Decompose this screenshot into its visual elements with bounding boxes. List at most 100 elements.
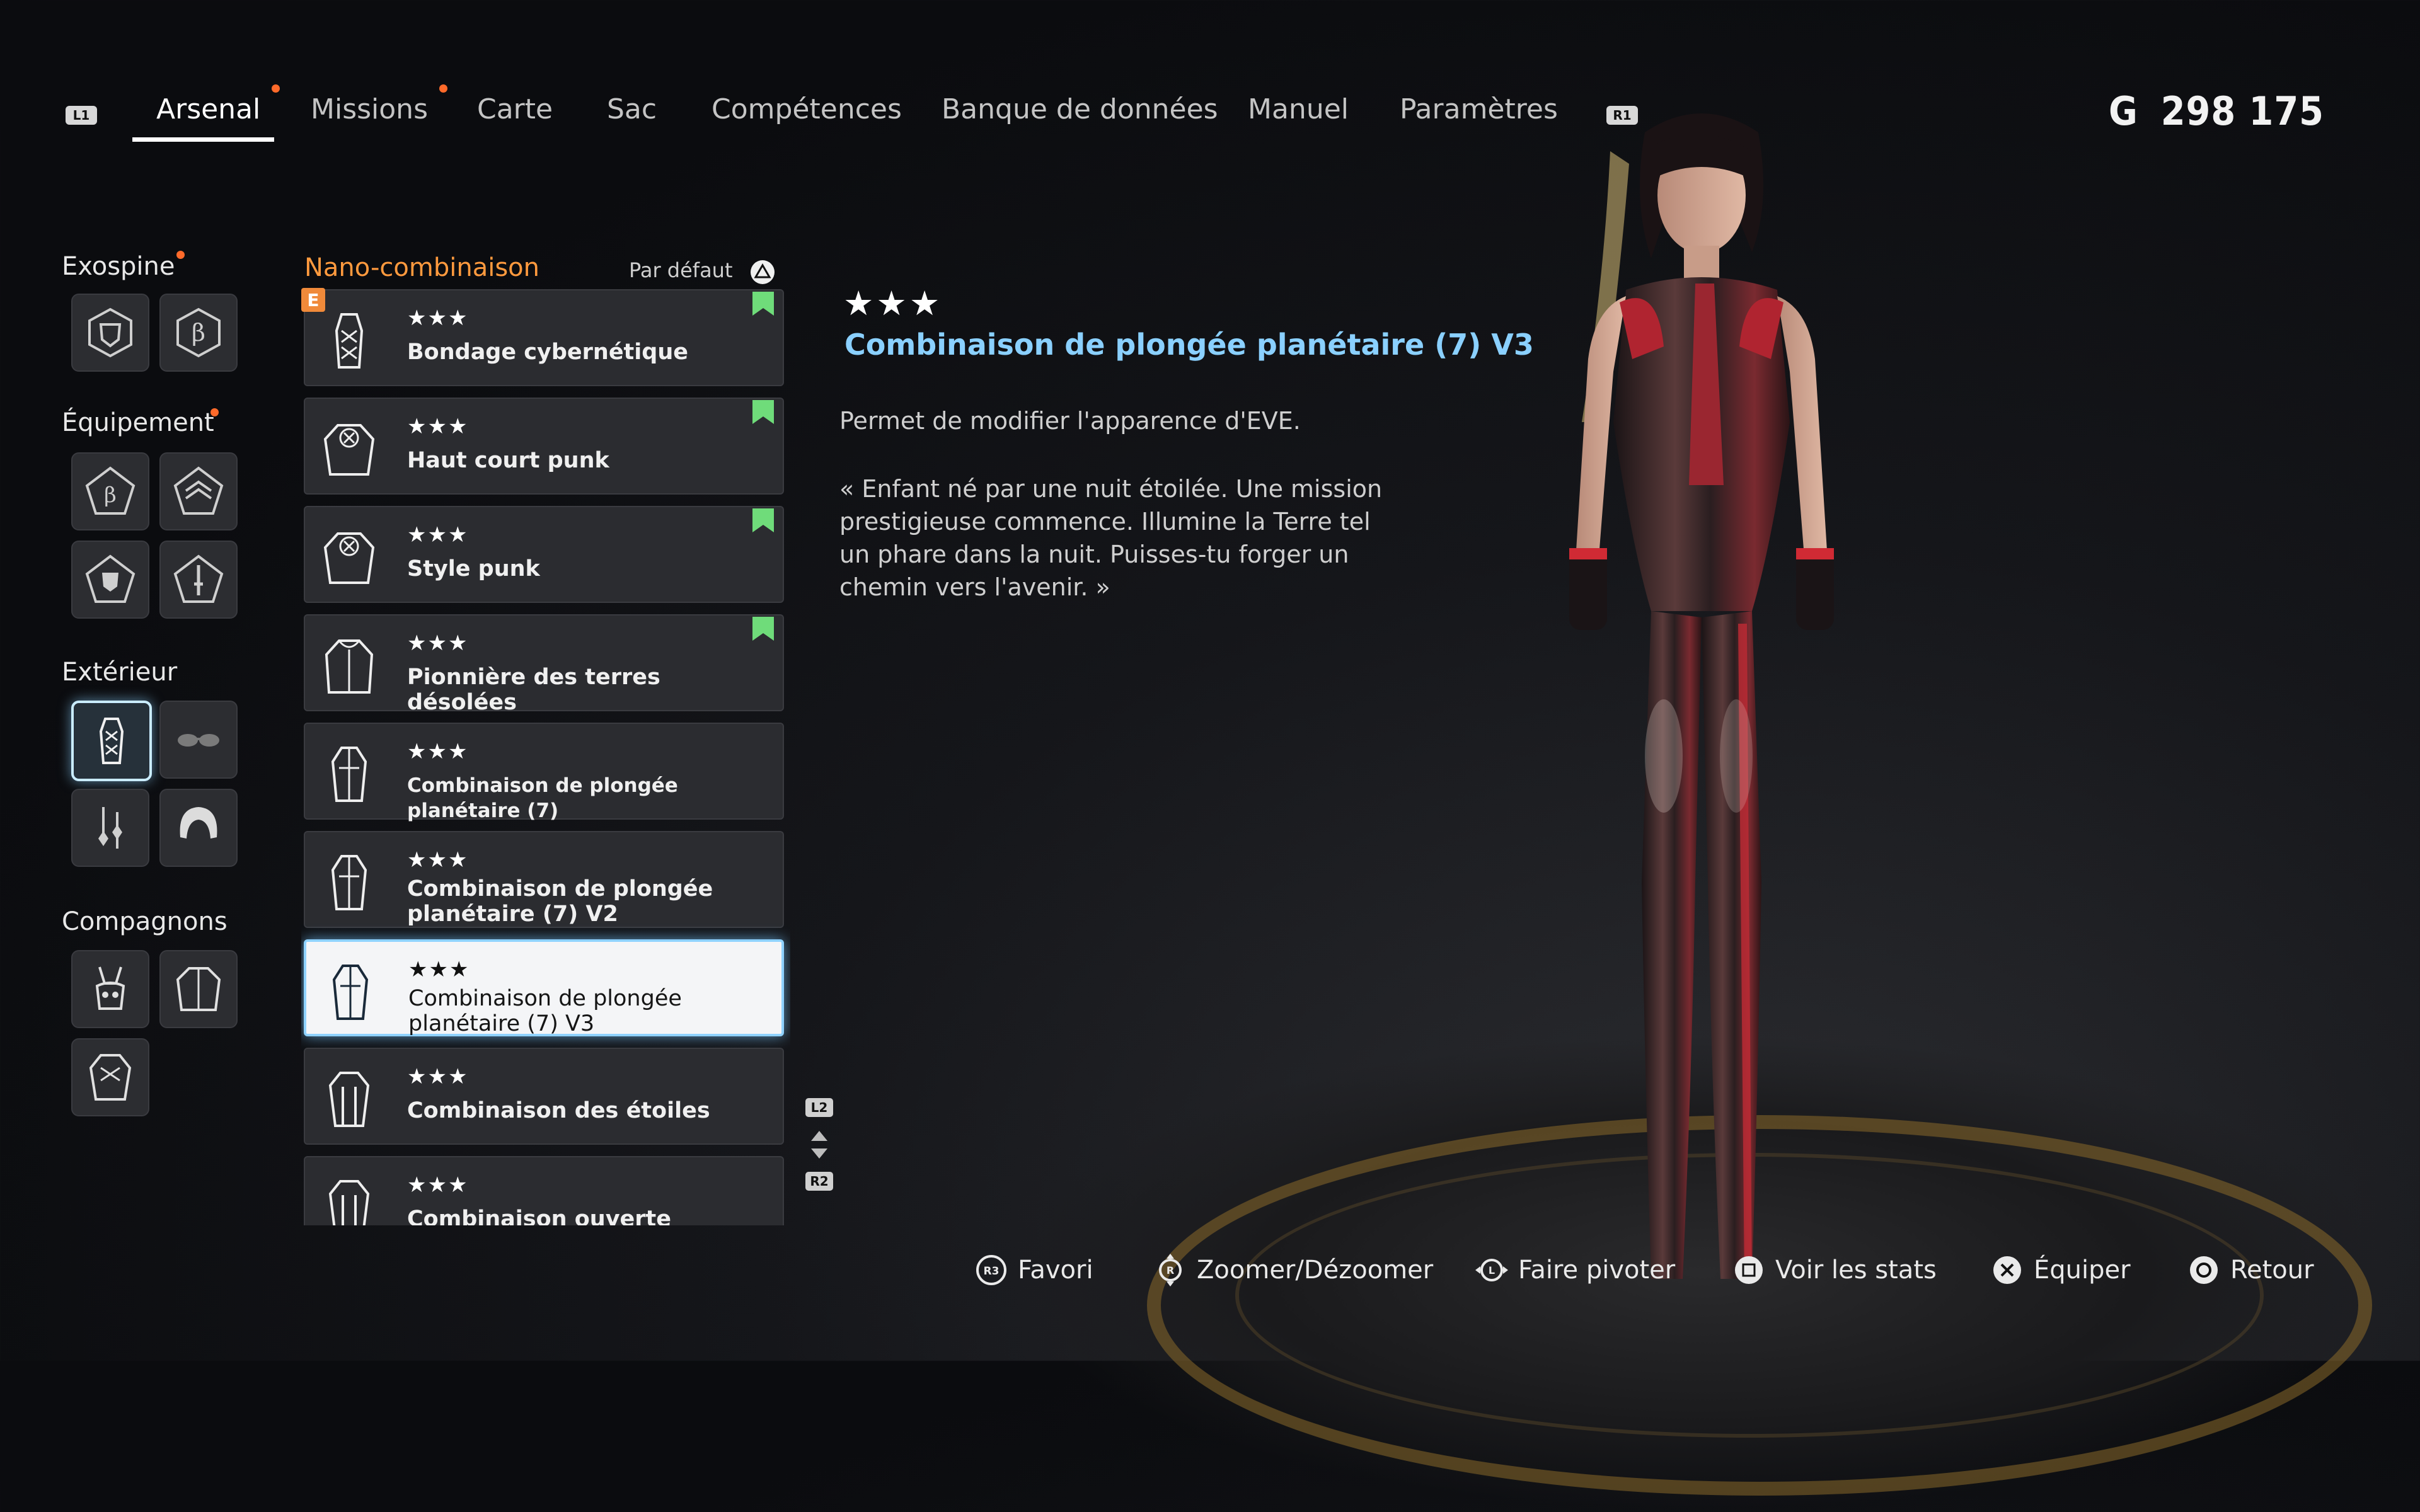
gear-shield-icon	[85, 554, 135, 603]
tab-manuel[interactable]: Manuel	[1248, 93, 1349, 140]
prompt-label: Zoomer/Dézoomer	[1197, 1256, 1434, 1285]
slot-exospine-1[interactable]	[71, 294, 149, 372]
detail-description: Permet de modifier l'apparence d'EVE.	[839, 407, 1301, 435]
prompt-equip[interactable]: Équiper	[1991, 1251, 2131, 1289]
r2-scroll-hint[interactable]: R2	[805, 1172, 833, 1191]
gear-beta-icon: β	[85, 466, 135, 515]
prompt-favori[interactable]: R3 Favori	[975, 1251, 1093, 1289]
item-stars: ★★★	[407, 739, 469, 764]
list-item[interactable]: ★★★ Haut court punk	[304, 398, 784, 495]
cross-button-icon	[1993, 1256, 2021, 1284]
slot-exterieur-glasses[interactable]	[159, 701, 238, 779]
detail-stars: ★★★	[843, 284, 943, 323]
divesuit-icon	[331, 747, 367, 802]
divesuit-icon	[332, 965, 369, 1020]
tab-carte[interactable]: Carte	[477, 93, 553, 140]
scroll-arrows-icon	[811, 1131, 827, 1159]
category-exterieur-label: Extérieur	[62, 658, 178, 687]
slot-exterieur-nanosuit[interactable]	[71, 701, 152, 781]
bookmark-icon	[752, 508, 774, 532]
list-item[interactable]: ★★★ Style punk	[304, 506, 784, 603]
tab-competences[interactable]: Compétences	[712, 93, 902, 140]
slot-equipement-3[interactable]	[71, 541, 149, 619]
svg-text:L: L	[1489, 1264, 1495, 1276]
item-name: Combinaison de plongée planétaire (7)	[407, 774, 678, 822]
slot-exospine-2[interactable]: β	[159, 294, 238, 372]
slot-compagnon-suit[interactable]	[71, 1038, 149, 1116]
left-stick-horizontal-icon: L	[1475, 1259, 1508, 1281]
prompt-stats[interactable]: Voir les stats	[1732, 1251, 1937, 1289]
equipement-notification-dot	[210, 408, 219, 416]
companion-jacket-icon	[176, 967, 221, 1011]
slot-equipement-2[interactable]	[159, 452, 238, 530]
l1-button-hint[interactable]: L1	[66, 106, 97, 125]
list-item[interactable]: ★★★ Bondage cybernétique	[304, 289, 784, 386]
hair-icon	[180, 807, 217, 839]
right-stick-vertical-icon: R	[1159, 1254, 1182, 1286]
item-stars: ★★★	[407, 1064, 469, 1089]
item-name: Bondage cybernétique	[407, 340, 688, 365]
tab-parametres[interactable]: Paramètres	[1400, 93, 1558, 140]
tab-sac[interactable]: Sac	[607, 93, 657, 140]
character-model[interactable]	[1475, 94, 1928, 1348]
coat-icon	[325, 639, 374, 694]
slot-equipement-1[interactable]: β	[71, 452, 149, 530]
item-name: Combinaison des étoiles	[407, 1098, 710, 1123]
list-item[interactable]: ★★★ Combinaison ouverte	[304, 1156, 784, 1225]
starsuit-icon	[328, 1072, 370, 1127]
slot-equipement-4[interactable]	[159, 541, 238, 619]
r1-button-hint[interactable]: R1	[1606, 106, 1638, 125]
prompt-back[interactable]: Retour	[2187, 1251, 2314, 1289]
prompt-label: Favori	[1018, 1256, 1093, 1285]
drone-icon	[95, 966, 125, 1010]
item-stars: ★★★	[407, 847, 469, 873]
tab-arsenal[interactable]: Arsenal	[156, 93, 260, 140]
triangle-button-icon[interactable]	[749, 258, 776, 286]
item-name: Style punk	[407, 556, 540, 581]
l2-scroll-hint[interactable]: L2	[805, 1098, 833, 1117]
companion-suit-icon	[89, 1054, 132, 1101]
item-stars: ★★★	[407, 306, 469, 331]
item-name: Pionnière des terres désolées	[407, 665, 660, 715]
tab-banque-de-donnees[interactable]: Banque de données	[942, 93, 1218, 140]
sort-label[interactable]: Par défaut	[629, 258, 733, 282]
square-button-icon	[1735, 1256, 1763, 1284]
divesuit-icon	[331, 855, 367, 910]
slot-exterieur-earrings[interactable]	[71, 789, 149, 867]
tab-missions-notification-dot	[439, 84, 447, 93]
prompt-label: Retour	[2230, 1256, 2314, 1285]
prompt-zoom[interactable]: R Zoomer/Dézoomer	[1154, 1251, 1433, 1289]
exospine-notification-dot	[176, 251, 185, 259]
prompt-rotate[interactable]: L Faire pivoter	[1475, 1251, 1675, 1289]
prompt-label: Équiper	[2034, 1256, 2131, 1285]
currency-symbol: G	[2108, 88, 2138, 134]
list-item[interactable]: ★★★ Combinaison des étoiles	[304, 1048, 784, 1145]
list-title: Nano-combinaison	[304, 253, 540, 282]
jacket-icon	[323, 532, 375, 584]
currency-display: G 298 175	[2109, 88, 2324, 134]
category-exospine-label: Exospine	[62, 252, 175, 281]
list-item[interactable]: ★★★ Pionnière des terres désolées	[304, 614, 784, 715]
item-stars: ★★★	[408, 957, 470, 982]
bookmark-icon	[752, 617, 774, 641]
r3-button-icon: R3	[976, 1255, 1006, 1285]
slot-compagnon-jacket[interactable]	[159, 950, 238, 1028]
item-stars: ★★★	[407, 522, 469, 547]
nanosuit-icon	[99, 718, 124, 764]
category-compagnons-label: Compagnons	[62, 907, 228, 936]
prompt-label: Faire pivoter	[1518, 1256, 1676, 1285]
item-list[interactable]: ★★★ Bondage cybernétique ★★★ Haut court …	[301, 287, 790, 1225]
tab-missions[interactable]: Missions	[311, 93, 428, 140]
item-name: Haut court punk	[407, 448, 609, 473]
item-name: Combinaison de plongée planétaire (7) V3	[408, 986, 682, 1036]
list-item[interactable]: ★★★ Combinaison de plongée planétaire (7…	[304, 831, 784, 928]
tab-arsenal-notification-dot	[272, 84, 280, 93]
item-stars: ★★★	[407, 1172, 469, 1198]
list-item-selected[interactable]: ★★★ Combinaison de plongée planétaire (7…	[304, 939, 784, 1036]
bookmark-icon	[752, 400, 774, 424]
slot-compagnon-drone[interactable]	[71, 950, 149, 1028]
svg-text:β: β	[104, 483, 117, 508]
list-item[interactable]: ★★★ Combinaison de plongée planétaire (7…	[304, 723, 784, 822]
svg-text:R: R	[1167, 1264, 1174, 1276]
slot-exterieur-hair[interactable]	[159, 789, 238, 867]
